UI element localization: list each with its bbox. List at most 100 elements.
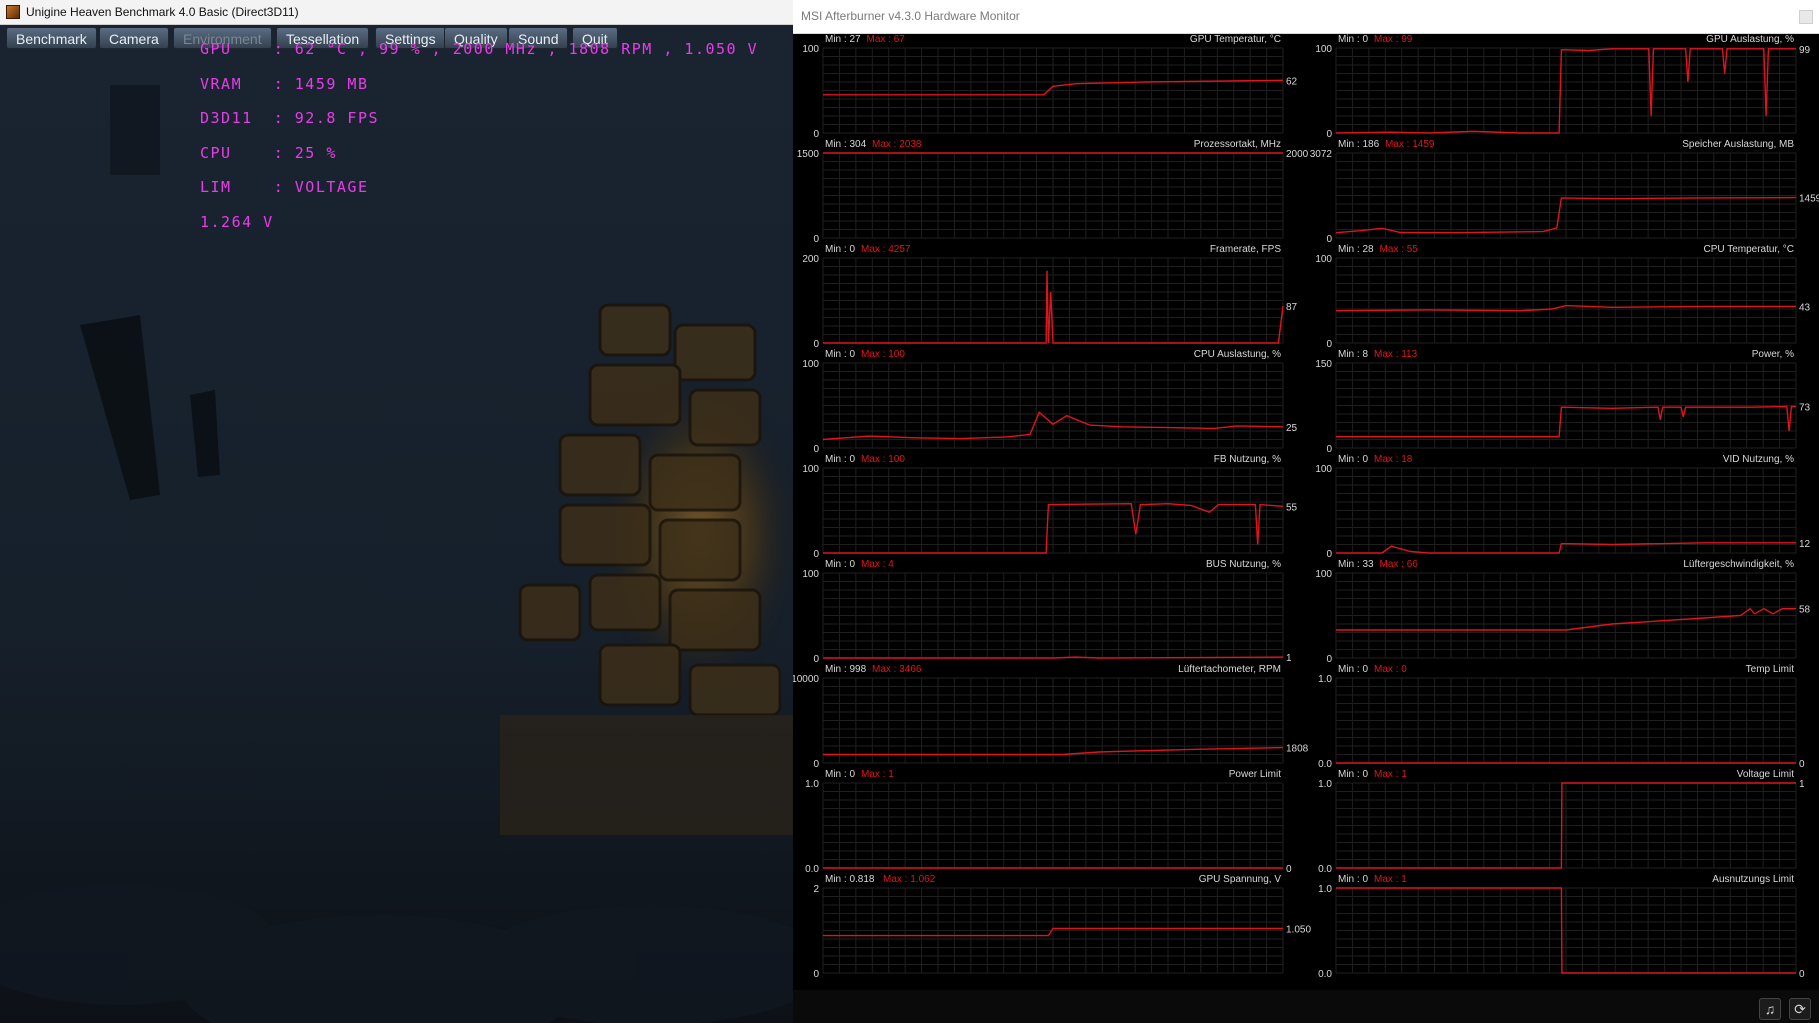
graph-panel: Min : 0 Max : 99 GPU Auslastung, % 100 0 99 (1315, 34, 1810, 140)
graph-min-label: Min : 0 (1338, 874, 1368, 885)
graph-min-label: Min : 186 (1338, 139, 1380, 150)
graph-title: Temp Limit (1746, 664, 1795, 675)
graph-current-value: 1 (1286, 653, 1292, 664)
graph-ymax-label: 100 (1315, 569, 1332, 580)
graph-min-label: Min : 0 (1338, 664, 1368, 675)
graph-ymin-label: 0 (1326, 339, 1332, 350)
osd-line: LIM : VOLTAGE (200, 178, 369, 196)
graph-ymax-label: 1.0 (1318, 779, 1332, 790)
graph-current-value: 2000 (1286, 149, 1309, 160)
graph-ymin-label: 0 (1326, 444, 1332, 455)
menu-camera-button[interactable]: Camera (99, 27, 169, 49)
graph-title: Lüftertachometer, RPM (1178, 664, 1281, 675)
graph-panel: Min : 998 Max : 3466 Lüftertachometer, RPM… (793, 664, 1309, 770)
graph-max-label: Max : 100 (861, 349, 905, 360)
graph-ymax-label: 100 (1315, 464, 1332, 475)
graph-min-label: Min : 0 (1338, 454, 1368, 465)
hardware-monitor-graphs: Min : 27 Max : 67 GPU Temperatur, °C100062… (793, 34, 1819, 980)
graph-min-label: Min : 0.818 (825, 874, 875, 885)
graph-ymax-label: 100 (1315, 254, 1332, 265)
graph-ymax-label: 2 (813, 884, 819, 895)
graph-ymin-label: 0 (1326, 129, 1332, 140)
graph-min-label: Min : 27 (825, 34, 861, 45)
graph-current-value: 25 (1286, 423, 1298, 434)
graph-ymin-label: 0 (813, 549, 819, 560)
menu-benchmark-button[interactable]: Benchmark (6, 27, 97, 49)
graph-ymax-label: 1.0 (805, 779, 819, 790)
graph-min-label: Min : 304 (825, 139, 867, 150)
graph-ymin-label: 0 (813, 129, 819, 140)
osd-line: CPU : 25 % (200, 143, 337, 162)
graph-panel: Min : 0 Max : 4 BUS Nutzung, % 100 0 1 (802, 559, 1292, 665)
graph-current-value: 1 (1799, 779, 1805, 790)
graph-panel: Min : 304 Max : 2038 Prozessortakt, MHz 150… (797, 139, 1309, 245)
graph-ymax-label: 1.0 (1318, 884, 1332, 895)
graph-max-label: Max : 55 (1380, 244, 1419, 255)
graph-title: CPU Temperatur, °C (1703, 244, 1794, 255)
osd-line: VRAM : 1459 MB (200, 74, 369, 93)
graph-current-value: 12 (1799, 539, 1811, 550)
graph-panel: Min : 0 Max : 100 FB Nutzung, % 100 0 55 (802, 454, 1297, 560)
graph-ymin-label: 0 (813, 759, 819, 770)
graph-min-label: Min : 0 (825, 769, 855, 780)
graph-current-value: 1.050 (1286, 924, 1311, 935)
graph-ymax-label: 200 (802, 254, 819, 265)
graph-panel: Min : 0 Max : 1 Voltage Limit 1.0 0.0 1 (1318, 769, 1805, 875)
graph-max-label: Max : 1 (1374, 769, 1407, 780)
graph-title: Voltage Limit (1737, 769, 1794, 780)
graph-current-value: 62 (1286, 76, 1298, 87)
graph-ymin-label: 0 (1326, 654, 1332, 665)
graph-current-value: 73 (1799, 403, 1811, 414)
graph-panel: Min : 0 Max : 1 Ausnutzungs Limit 1.0 0.0 0 (1318, 874, 1805, 980)
graph-title: FB Nutzung, % (1214, 454, 1281, 465)
graph-max-label: Max : 1 (1374, 874, 1407, 885)
graph-min-label: Min : 8 (1338, 349, 1368, 360)
graph-ymin-label: 0 (813, 234, 819, 245)
graph-panel: Min : 28 Max : 55 CPU Temperatur, °C 100 0 43 (1315, 244, 1810, 350)
graph-max-label: Max : 4 (861, 559, 894, 570)
graph-min-label: Min : 33 (1338, 559, 1374, 570)
microphone-icon[interactable]: ♫ (1759, 998, 1781, 1020)
graph-current-value: 0 (1799, 969, 1805, 980)
osd-line: GPU : 62 °C , 99 % , 2000 MHz , 1808 RPM… (200, 40, 759, 58)
graph-panel: Min : 0.818 Max : 1.062 GPU Spannung, V 2 0 1… (813, 874, 1311, 980)
graph-ymax-label: 150 (1315, 359, 1332, 370)
graph-ymin-label: 0 (813, 969, 819, 980)
heaven-window: Unigine Heaven Benchmark 4.0 Basic (Dire… (0, 0, 793, 1023)
graph-current-value: 43 (1799, 302, 1811, 313)
afterburner-osd: GPU : 62 °C , 99 % , 2000 MHz , 1808 RPM… (200, 21, 758, 251)
graph-title: CPU Auslastung, % (1194, 349, 1281, 360)
graph-panel: Min : 27 Max : 67 GPU Temperatur, °C 100 0 62 (802, 34, 1297, 140)
graph-min-label: Min : 0 (825, 349, 855, 360)
graph-min-label: Min : 0 (1338, 34, 1368, 45)
graph-ymin-label: 0 (1326, 234, 1332, 245)
refresh-icon[interactable]: ⟳ (1789, 998, 1811, 1020)
osd-line: D3D11 : 92.8 FPS (200, 109, 380, 127)
graph-ymax-label: 100 (802, 359, 819, 370)
graph-ymin-label: 0.0 (805, 864, 819, 875)
graph-ymin-label: 0 (813, 654, 819, 665)
graph-title: Power Limit (1229, 769, 1281, 780)
graph-ymax-label: 1500 (797, 149, 820, 160)
graph-ymax-label: 100 (802, 569, 819, 580)
graph-panel: Min : 8 Max : 113 Power, % 150 0 73 (1315, 349, 1810, 455)
graph-panel: Min : 0 Max : 4257 Framerate, FPS 200 0 87 (802, 244, 1297, 350)
graph-title: GPU Spannung, V (1199, 874, 1282, 885)
graph-max-label: Max : 66 (1380, 559, 1419, 570)
graph-ymax-label: 1.0 (1318, 674, 1332, 685)
graph-current-value: 58 (1799, 605, 1811, 616)
graph-title: GPU Temperatur, °C (1190, 34, 1281, 45)
graph-ymin-label: 0 (813, 339, 819, 350)
graph-title: Speicher Auslastung, MB (1682, 139, 1794, 150)
graph-title: Ausnutzungs Limit (1712, 874, 1794, 885)
graph-max-label: Max : 1.062 (883, 874, 936, 885)
graph-max-label: Max : 2038 (872, 139, 922, 150)
graph-panel: Min : 0 Max : 18 VID Nutzung, % 100 0 12 (1315, 454, 1810, 560)
graph-ymax-label: 100 (1315, 44, 1332, 55)
close-icon[interactable] (1799, 10, 1813, 24)
monitor-footer: ♫ ⟳ (793, 990, 1819, 1023)
graph-ymin-label: 0 (1326, 549, 1332, 560)
graph-ymax-label: 3072 (1310, 149, 1333, 160)
graph-max-label: Max : 3466 (872, 664, 922, 675)
graph-title: Prozessortakt, MHz (1194, 139, 1281, 150)
